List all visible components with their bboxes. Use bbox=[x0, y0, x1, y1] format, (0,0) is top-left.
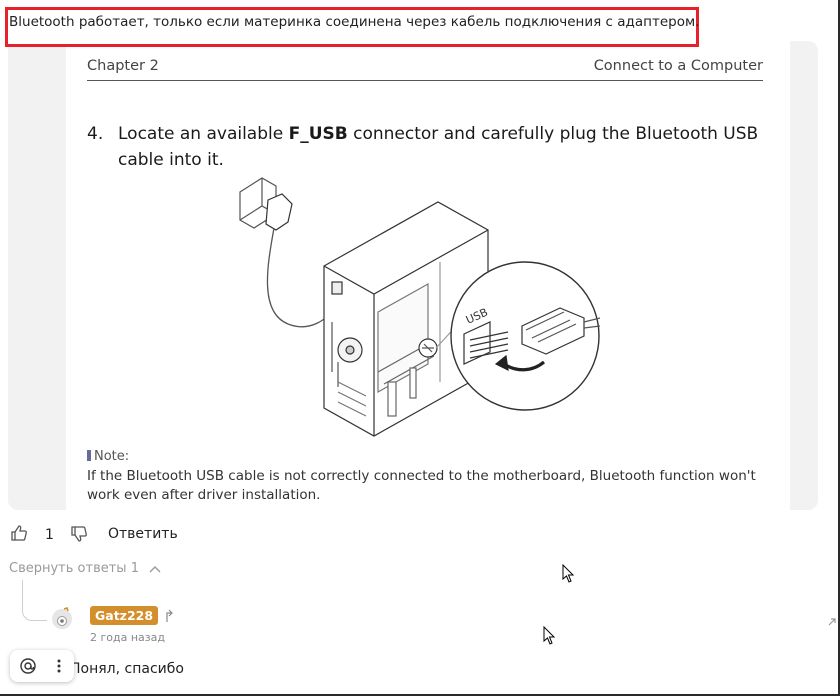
like-count: 1 bbox=[45, 527, 54, 543]
zoomed-connector: USB bbox=[450, 261, 601, 411]
mouse-cursor-icon bbox=[543, 626, 556, 645]
connector-name: F_USB bbox=[288, 124, 348, 144]
at-sign-icon[interactable] bbox=[19, 657, 37, 675]
reply-text: Понял, спасибо bbox=[70, 661, 184, 677]
reply-timestamp: 2 года назад bbox=[90, 631, 165, 644]
floating-toolbar bbox=[10, 650, 74, 682]
note-text: If the Bluetooth USB cable is not correc… bbox=[87, 468, 756, 503]
reply-button[interactable]: Ответить bbox=[108, 526, 178, 542]
comment-text: Bluetooth работает, только если материнк… bbox=[9, 14, 700, 30]
collapse-replies-label: Свернуть ответы 1 bbox=[9, 561, 139, 576]
section-title: Connect to a Computer bbox=[593, 58, 763, 74]
mouse-cursor-icon bbox=[562, 564, 575, 583]
chapter-divider bbox=[87, 80, 763, 81]
note-label: Note: bbox=[87, 449, 129, 464]
link-icon[interactable] bbox=[826, 616, 838, 630]
thumbs-down-icon[interactable] bbox=[70, 525, 88, 543]
collapse-replies-button[interactable]: Свернуть ответы 1 bbox=[9, 561, 161, 576]
step-number: 4. bbox=[87, 124, 104, 144]
wall-outlet bbox=[239, 177, 293, 231]
chevron-up-icon bbox=[149, 566, 161, 573]
step-text: Locate an available F_USB connector and … bbox=[118, 124, 759, 170]
thread-connector-line bbox=[22, 580, 47, 621]
more-vertical-icon[interactable] bbox=[50, 657, 68, 675]
usb-connection-diagram: USB bbox=[239, 177, 601, 437]
thumbs-up-icon[interactable] bbox=[10, 524, 28, 542]
chapter-label: Chapter 2 bbox=[87, 58, 159, 74]
avatar[interactable] bbox=[50, 606, 74, 630]
reply-to-icon[interactable] bbox=[163, 609, 175, 623]
username-badge[interactable]: Gatz228 bbox=[90, 606, 159, 625]
